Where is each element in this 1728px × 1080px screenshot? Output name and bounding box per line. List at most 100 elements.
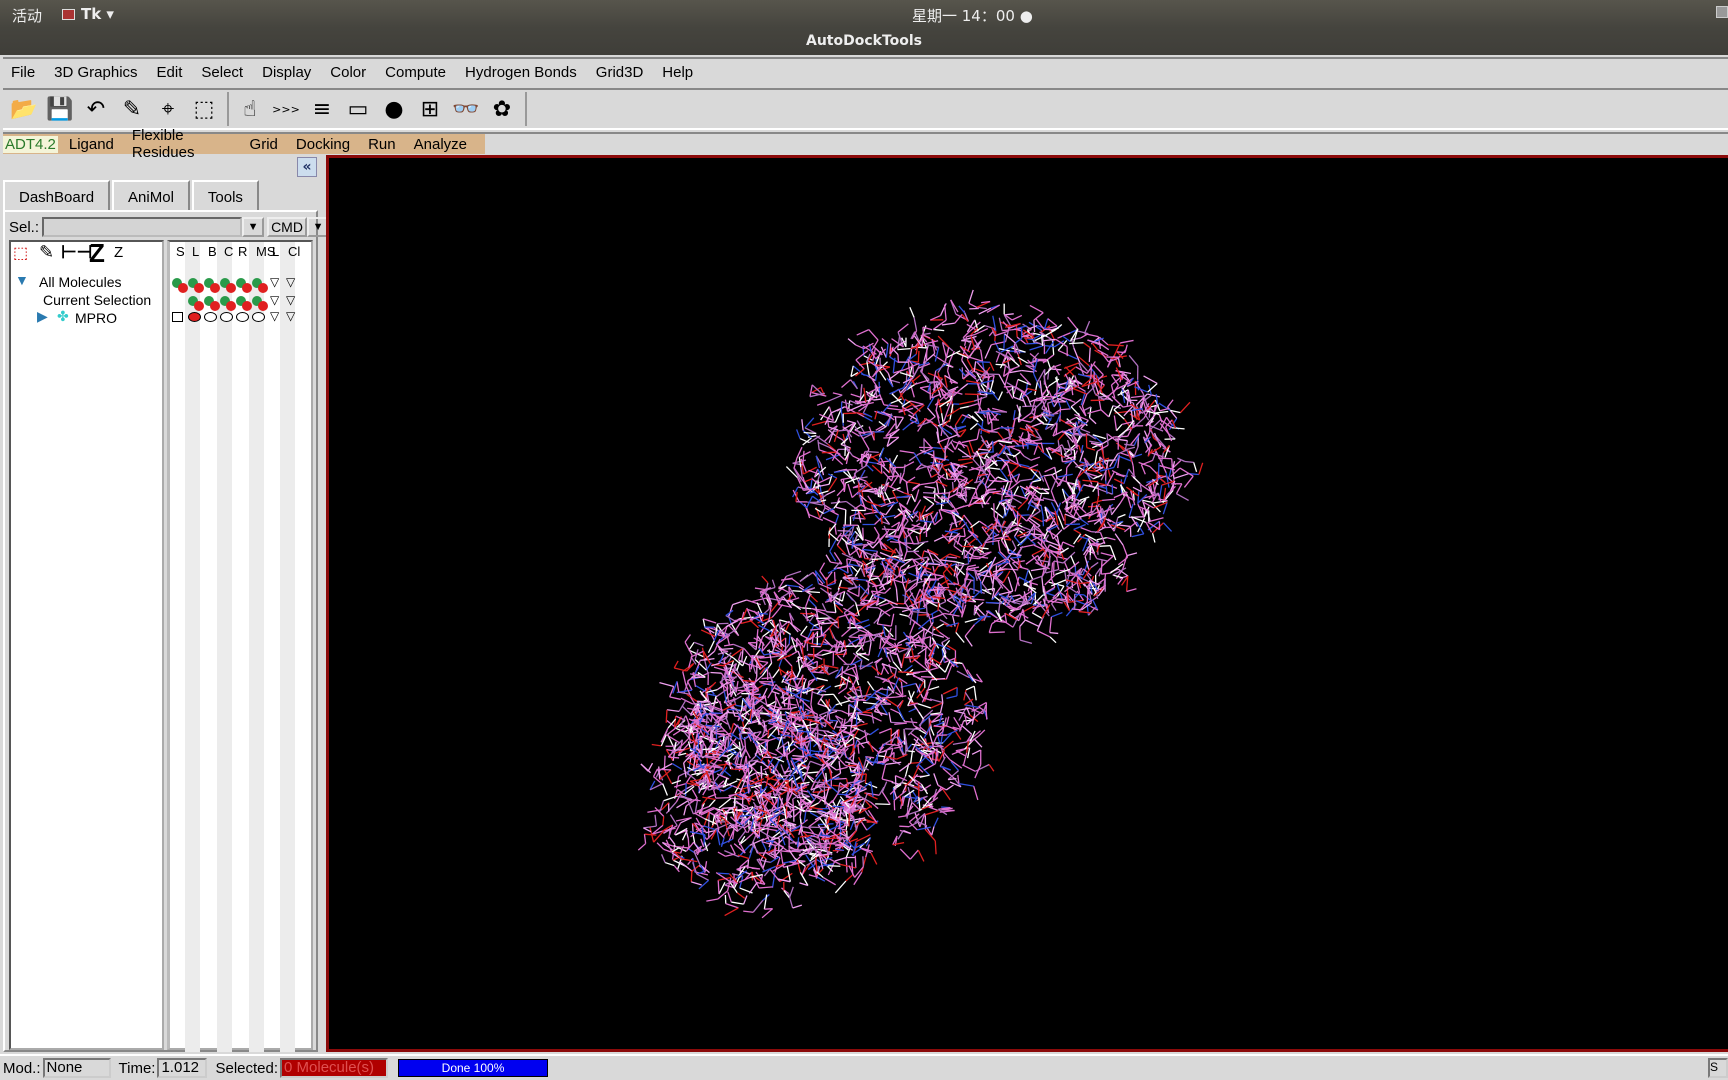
menu-3d-graphics[interactable]: 3D Graphics [54, 64, 137, 81]
log-lines-button[interactable]: ≡ [305, 92, 339, 126]
menu-bar: File 3D Graphics Edit Select Display Color Com… [3, 57, 1728, 86]
menu-select[interactable]: Select [201, 64, 243, 81]
selection-dropdown[interactable]: ▼ [242, 217, 265, 237]
bond [958, 305, 966, 314]
adt-menu-analyze[interactable]: Analyze [414, 136, 467, 153]
column-toggle[interactable] [252, 312, 265, 322]
bond [727, 711, 739, 714]
bond [1080, 428, 1091, 434]
bond [801, 646, 805, 662]
clock[interactable]: 星期一 14：00 ● [912, 5, 1033, 26]
options-triangle[interactable]: ▽ [270, 293, 279, 307]
show-toggle-off[interactable] [242, 283, 252, 293]
column-header-3[interactable]: C [224, 244, 233, 259]
menu-edit[interactable]: Edit [157, 64, 183, 81]
menu-hydrogen-bonds[interactable]: Hydrogen Bonds [465, 64, 577, 81]
column-toggle[interactable] [204, 312, 217, 322]
menu-compute[interactable]: Compute [385, 64, 446, 81]
select-delete-button[interactable]: ⬚ [187, 92, 221, 126]
zoom-large-icon[interactable]: Z [89, 238, 105, 269]
bond [894, 416, 897, 430]
column-toggle[interactable] [172, 312, 183, 322]
adt-menu-flexible-residues[interactable]: Flexible Residues [132, 127, 232, 161]
show-toggle-off[interactable] [226, 301, 236, 311]
menu-color[interactable]: Color [330, 64, 366, 81]
bond [894, 775, 897, 789]
adt-menu-docking[interactable]: Docking [296, 136, 350, 153]
display-panel-button[interactable]: ▭ [341, 92, 375, 126]
show-toggle-off[interactable] [194, 283, 204, 293]
column-header-6[interactable]: L [272, 244, 279, 259]
expanded-triangle-icon[interactable]: ▼ [15, 272, 29, 288]
app-menu[interactable]: Tk ▾ [62, 5, 114, 23]
collapsed-triangle-icon[interactable]: ▶ [37, 308, 48, 325]
bond [849, 819, 855, 831]
show-toggle-off[interactable] [210, 301, 220, 311]
python-shell-button[interactable]: >>> [269, 92, 303, 126]
fit-width-icon[interactable]: ⊢⊣ [61, 242, 92, 263]
show-toggle-off[interactable] [194, 301, 204, 311]
menu-help[interactable]: Help [662, 64, 693, 81]
molecule-blob-button[interactable]: ✿ [485, 92, 519, 126]
tree-item-current-selection[interactable]: Current Selection [43, 292, 151, 308]
adt-menu-ligand[interactable]: Ligand [69, 136, 114, 153]
select-delete-icon[interactable]: ⬚ [13, 243, 28, 263]
3d-viewer-canvas[interactable] [326, 155, 1728, 1052]
menu-grid3d[interactable]: Grid3D [596, 64, 644, 81]
show-toggle-off[interactable] [258, 283, 268, 293]
bond [924, 486, 936, 489]
pencil-button[interactable]: ✎ [115, 92, 149, 126]
bond [903, 464, 906, 473]
menu-display[interactable]: Display [262, 64, 311, 81]
show-toggle-off[interactable] [226, 283, 236, 293]
column-stripe [185, 242, 200, 1052]
options-triangle[interactable]: ▽ [270, 275, 279, 289]
undo-arrow-button[interactable]: ↶ [79, 92, 113, 126]
column-header-4[interactable]: R [238, 244, 247, 259]
column-stripe [280, 242, 295, 1052]
column-toggle[interactable] [220, 312, 233, 322]
crosshair-center-button[interactable]: ⌖ [151, 92, 185, 126]
cmd-mode-select[interactable]: CMD [267, 217, 308, 237]
color-shapes-button[interactable]: ● [377, 92, 411, 126]
show-toggle-off[interactable] [178, 283, 188, 293]
tree-item-all-molecules[interactable]: All Molecules [39, 274, 121, 290]
open-folder-button[interactable]: 📂 [7, 92, 41, 126]
tray-icon[interactable] [1716, 6, 1728, 18]
options-triangle[interactable]: ▽ [270, 309, 279, 323]
tab-animol[interactable]: AniMol [112, 180, 190, 211]
show-toggle-off[interactable] [258, 301, 268, 311]
column-toggle[interactable] [236, 312, 249, 322]
adt-menu-adt4-2[interactable]: ADT4.2 [3, 135, 58, 153]
tree-item-mpro[interactable]: MPRO [75, 310, 117, 326]
options-triangle[interactable]: ▽ [286, 293, 295, 307]
bond [896, 753, 908, 760]
column-toggle[interactable] [188, 312, 201, 322]
bond [913, 658, 927, 670]
pencil-icon[interactable]: ✎ [39, 242, 54, 263]
show-toggle-off[interactable] [210, 283, 220, 293]
bond [1083, 320, 1091, 334]
save-floppy-button[interactable]: 💾 [43, 92, 77, 126]
adt-menu-run[interactable]: Run [368, 136, 396, 153]
menu-file[interactable]: File [11, 64, 35, 81]
bond [1062, 541, 1075, 548]
show-toggle-off[interactable] [242, 301, 252, 311]
adt-menu-grid[interactable]: Grid [250, 136, 278, 153]
column-header-1[interactable]: L [192, 244, 199, 259]
column-header-7[interactable]: Cl [288, 244, 300, 259]
options-triangle[interactable]: ▽ [286, 309, 295, 323]
tab-tools[interactable]: Tools [191, 180, 259, 211]
stereo-glasses-button[interactable]: 👓 [449, 92, 483, 126]
selection-input[interactable] [42, 217, 243, 237]
options-triangle[interactable]: ▽ [286, 275, 295, 289]
tab-dashboard[interactable]: DashBoard [3, 180, 111, 211]
column-header-2[interactable]: B [208, 244, 217, 259]
column-header-0[interactable]: S [176, 244, 185, 259]
activities-button[interactable]: 活动 [12, 5, 42, 26]
tree-hierarchy-button[interactable]: ⊞ [413, 92, 447, 126]
pick-hand-button[interactable]: ☝ [233, 92, 267, 126]
zoom-small-icon[interactable]: Z [114, 244, 123, 261]
bond [1014, 337, 1022, 345]
collapse-panel-button[interactable]: « [297, 157, 317, 177]
